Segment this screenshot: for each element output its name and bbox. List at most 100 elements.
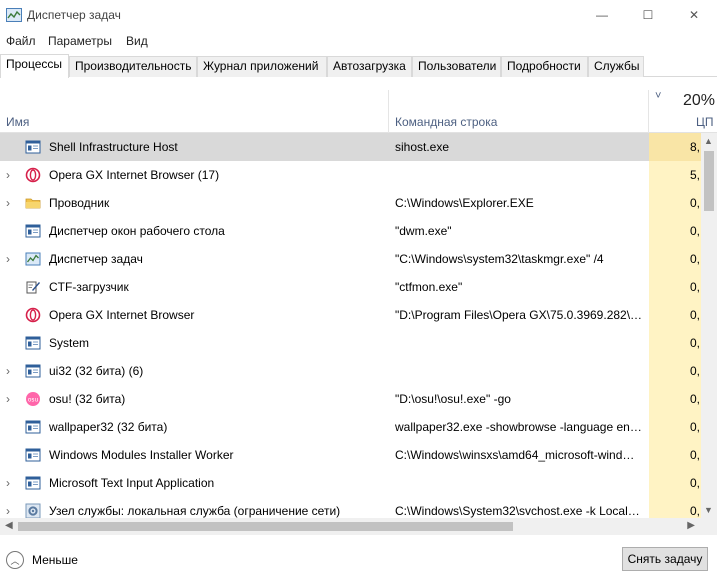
- process-cpu-cell: 5,: [649, 161, 701, 189]
- process-cpu-value: 0,: [690, 392, 701, 406]
- process-row[interactable]: › osu osu! (32 бита) "D:\osu!\osu!.exe" -go…: [0, 385, 701, 413]
- process-name: Проводник: [49, 196, 110, 210]
- horizontal-scrollbar[interactable]: ◀ ▶: [0, 518, 701, 535]
- process-cpu-cell: 0,: [649, 441, 701, 469]
- scroll-down-icon[interactable]: ▼: [704, 505, 713, 515]
- process-name: osu! (32 бита): [49, 392, 126, 406]
- tab-services[interactable]: Службы: [588, 56, 644, 77]
- process-row[interactable]: Shell Infrastructure Host sihost.exe 8,: [0, 133, 701, 161]
- tab-users[interactable]: Пользователи: [412, 56, 501, 77]
- expand-chevron-icon[interactable]: ›: [6, 196, 16, 210]
- process-cpu-cell: 0,: [649, 413, 701, 441]
- process-name: Диспетчер задач: [49, 252, 143, 266]
- process-name: Shell Infrastructure Host: [49, 140, 178, 154]
- process-row[interactable]: › Opera GX Internet Browser (17) 5,: [0, 161, 701, 189]
- minimize-icon: —: [596, 8, 608, 22]
- folder-icon: [25, 195, 41, 211]
- vertical-scrollbar[interactable]: ▲ ▼: [701, 133, 717, 518]
- menu-file[interactable]: Файл: [6, 34, 36, 48]
- cpu-total-percent[interactable]: 20%: [683, 92, 715, 110]
- column-command-line[interactable]: Командная строка: [395, 115, 497, 129]
- process-name: Диспетчер окон рабочего стола: [49, 224, 225, 238]
- process-cpu-cell: 0,: [649, 357, 701, 385]
- footer: ︿ Меньше Снять задачу: [0, 538, 717, 585]
- opera-icon: [25, 167, 41, 183]
- title-bar: Диспетчер задач — ☐ ✕: [0, 0, 717, 30]
- process-row[interactable]: CTF-загрузчик "ctfmon.exe" 0,: [0, 273, 701, 301]
- process-cpu-value: 8,: [690, 140, 701, 154]
- process-command-line: "dwm.exe": [395, 224, 452, 238]
- scroll-up-icon[interactable]: ▲: [704, 136, 713, 146]
- tab-processes[interactable]: Процессы: [0, 54, 69, 78]
- process-name: Opera GX Internet Browser: [49, 308, 195, 322]
- process-command-line: "D:\Program Files\Opera GX\75.0.3969.282…: [395, 308, 643, 322]
- process-command-line: C:\Windows\Explorer.EXE: [395, 196, 534, 210]
- window-icon: [25, 419, 41, 435]
- column-divider[interactable]: [388, 90, 389, 133]
- tab-startup[interactable]: Автозагрузка: [327, 56, 412, 77]
- process-row[interactable]: › Диспетчер задач "C:\Windows\system32\tas…: [0, 245, 701, 273]
- vertical-scroll-thumb[interactable]: [704, 151, 714, 211]
- process-row[interactable]: › Microsoft Text Input Application 0,: [0, 469, 701, 497]
- column-divider[interactable]: [648, 90, 649, 133]
- process-cpu-cell: 0,: [649, 189, 701, 217]
- process-row[interactable]: wallpaper32 (32 бита) wallpaper32.exe -sh…: [0, 413, 701, 441]
- process-row[interactable]: Windows Modules Installer Worker C:\Windo…: [0, 441, 701, 469]
- process-cpu-value: 0,: [690, 476, 701, 490]
- column-name[interactable]: Имя: [6, 115, 29, 129]
- menu-view[interactable]: Вид: [126, 34, 148, 48]
- chevron-up-icon: ︿: [6, 551, 24, 569]
- expand-chevron-icon[interactable]: ›: [6, 476, 16, 490]
- tab-app-history[interactable]: Журнал приложений: [197, 56, 327, 77]
- process-row[interactable]: › Проводник C:\Windows\Explorer.EXE 0,: [0, 189, 701, 217]
- tab-details[interactable]: Подробности: [501, 56, 588, 77]
- window-icon: [25, 363, 41, 379]
- process-cpu-cell: 0,: [649, 385, 701, 413]
- process-cpu-value: 5,: [690, 168, 701, 182]
- scroll-right-icon[interactable]: ▶: [687, 520, 695, 531]
- process-name: Узел службы: локальная служба (ограничен…: [49, 504, 341, 518]
- close-button[interactable]: ✕: [671, 0, 717, 30]
- tab-performance[interactable]: Производительность: [69, 56, 197, 77]
- process-row[interactable]: Opera GX Internet Browser "D:\Program Fil…: [0, 301, 701, 329]
- process-cpu-cell: 0,: [649, 329, 701, 357]
- process-cpu-value: 0,: [690, 196, 701, 210]
- process-row[interactable]: Диспетчер окон рабочего стола "dwm.exe" 0,: [0, 217, 701, 245]
- process-command-line: C:\Windows\System32\svchost.exe -k Local…: [395, 504, 643, 518]
- window-icon: [25, 335, 41, 351]
- menu-bar: Файл Параметры Вид: [0, 31, 717, 51]
- process-name: CTF-загрузчик: [49, 280, 129, 294]
- maximize-icon: ☐: [642, 8, 654, 22]
- window-icon: [25, 139, 41, 155]
- process-cpu-value: 0,: [690, 420, 701, 434]
- fewer-details-button[interactable]: ︿ Меньше: [6, 549, 78, 571]
- process-command-line: "D:\osu!\osu!.exe" -go: [395, 392, 511, 406]
- process-name: Windows Modules Installer Worker: [49, 448, 234, 462]
- process-cpu-value: 0,: [690, 336, 701, 350]
- process-list: Shell Infrastructure Host sihost.exe 8, › Op…: [0, 133, 701, 518]
- expand-chevron-icon[interactable]: ›: [6, 168, 16, 182]
- minimize-button[interactable]: —: [579, 0, 625, 30]
- gear-icon: [25, 503, 41, 518]
- process-cpu-value: 0,: [690, 504, 701, 518]
- process-row[interactable]: System 0,: [0, 329, 701, 357]
- process-command-line: "C:\Windows\system32\taskmgr.exe" /4: [395, 252, 604, 266]
- expand-chevron-icon[interactable]: ›: [6, 252, 16, 266]
- window-title: Диспетчер задач: [27, 8, 121, 22]
- menu-options[interactable]: Параметры: [48, 34, 112, 48]
- expand-chevron-icon[interactable]: ›: [6, 504, 16, 518]
- task-manager-icon: [6, 8, 22, 22]
- column-cpu[interactable]: ЦП: [696, 115, 714, 129]
- process-cpu-cell: 0,: [649, 497, 701, 518]
- process-command-line: "ctfmon.exe": [395, 280, 463, 294]
- column-header: Имя Командная строка ˅ 20% ЦП: [0, 78, 717, 133]
- maximize-button[interactable]: ☐: [625, 0, 671, 30]
- osu-icon: osu: [25, 391, 41, 407]
- expand-chevron-icon[interactable]: ›: [6, 364, 16, 378]
- process-row[interactable]: › ui32 (32 бита) (6) 0,: [0, 357, 701, 385]
- scroll-left-icon[interactable]: ◀: [5, 520, 13, 531]
- process-row[interactable]: › Узел службы: локальная служба (ограниче…: [0, 497, 701, 518]
- expand-chevron-icon[interactable]: ›: [6, 392, 16, 406]
- end-task-button[interactable]: Снять задачу: [622, 547, 708, 571]
- horizontal-scroll-thumb[interactable]: [18, 522, 513, 531]
